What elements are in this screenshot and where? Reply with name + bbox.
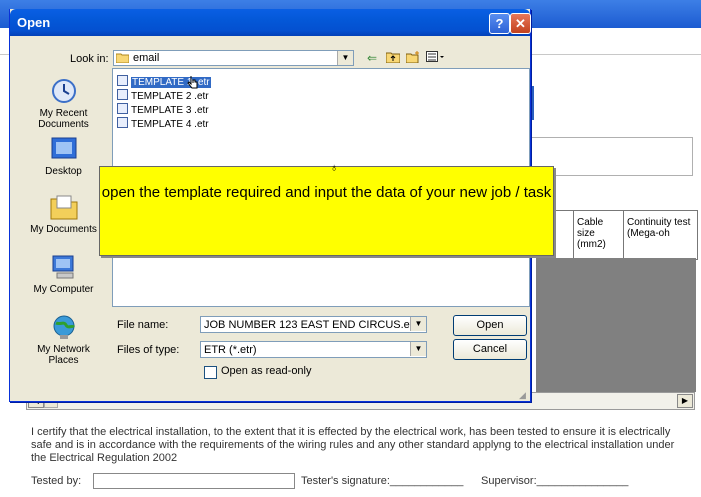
place-my-recent-documents[interactable]: My Recent Documents — [21, 77, 106, 130]
grid-body — [536, 258, 696, 392]
place-label: My Documents — [30, 224, 97, 235]
testers-signature-label: Tester's signature:____________ — [301, 475, 464, 487]
supervisor-label: Supervisor:_______________ — [481, 475, 629, 487]
grid-header: Cable size (mm2) Continuity test (Mega-o… — [536, 210, 698, 260]
files-of-type-label: Files of type: — [117, 344, 180, 356]
chevron-down-icon[interactable]: ▼ — [410, 317, 426, 331]
mouse-pointer-icon — [186, 74, 198, 93]
tested-by-input[interactable] — [93, 473, 295, 489]
place-my-documents[interactable]: My Documents — [21, 193, 106, 235]
back-icon[interactable]: ⇐ — [364, 51, 380, 65]
look-in-value: email — [133, 52, 160, 64]
help-icon[interactable]: ? — [489, 13, 510, 34]
recent-documents-icon — [48, 77, 80, 105]
grid-column-continuity: Continuity test (Mega-oh — [623, 211, 697, 259]
place-desktop[interactable]: Desktop — [21, 135, 106, 177]
pin-icon: ♁ — [330, 162, 339, 174]
tooltip-text: open the template required and input the… — [101, 184, 552, 201]
files-of-type-value: ETR (*.etr) — [204, 344, 257, 356]
up-folder-icon[interactable] — [385, 51, 401, 65]
folder-icon — [115, 52, 130, 66]
etr-file-icon — [117, 103, 128, 114]
instruction-tooltip: ♁ open the template required and input t… — [99, 162, 554, 256]
files-of-type-dropdown[interactable]: ETR (*.etr) ▼ — [200, 341, 427, 358]
dialog-title: Open — [17, 15, 51, 30]
my-computer-icon — [48, 253, 80, 281]
file-name-input[interactable]: JOB NUMBER 123 EAST END CIRCUS.etr ▼ — [200, 316, 427, 333]
network-places-icon — [48, 313, 80, 341]
new-folder-icon[interactable] — [405, 51, 421, 65]
file-item-template-4[interactable]: TEMPLATE 4 .etr — [117, 117, 209, 130]
grid-column-cable-size: Cable size (mm2) — [573, 211, 623, 259]
chevron-down-icon[interactable]: ▼ — [337, 51, 353, 65]
place-label: My Network Places — [37, 344, 90, 366]
file-item-template-3[interactable]: TEMPLATE 3 .etr — [117, 103, 209, 116]
resize-grip-icon[interactable]: ◢ — [519, 390, 529, 400]
place-label: My Recent Documents — [38, 108, 89, 130]
open-readonly-checkbox[interactable] — [204, 366, 217, 379]
tested-by-row: Tested by: Tester's signature:__________… — [31, 473, 696, 491]
dialog-titlebar[interactable]: Open ? ✕ — [10, 9, 531, 36]
desktop-icon — [48, 135, 80, 163]
look-in-label: Look in: — [70, 53, 109, 65]
file-name-value: JOB NUMBER 123 EAST END CIRCUS.etr — [204, 319, 417, 331]
file-name-label: File name: — [117, 319, 169, 331]
place-my-network-places[interactable]: My Network Places — [21, 313, 106, 366]
cancel-button[interactable]: Cancel — [453, 339, 527, 360]
place-label: Desktop — [45, 166, 82, 177]
my-documents-icon — [48, 193, 80, 221]
place-my-computer[interactable]: My Computer — [21, 253, 106, 295]
tested-by-label: Tested by: — [31, 475, 82, 487]
etr-file-icon — [117, 117, 128, 128]
etr-file-icon — [117, 89, 128, 100]
open-readonly-label: Open as read-only — [221, 365, 312, 377]
background-tab-edge — [532, 86, 534, 120]
close-icon[interactable]: ✕ — [510, 13, 531, 34]
scroll-right-arrow-icon[interactable]: ▶ — [677, 394, 693, 408]
place-label: My Computer — [33, 284, 94, 295]
etr-file-icon — [117, 75, 128, 86]
background-text-box[interactable] — [530, 137, 693, 176]
chevron-down-icon[interactable]: ▼ — [410, 342, 426, 356]
open-button[interactable]: Open — [453, 315, 527, 336]
views-menu-icon[interactable] — [425, 51, 447, 65]
certification-text: I certify that the electrical installati… — [31, 426, 675, 464]
look-in-dropdown[interactable]: email ▼ — [113, 50, 354, 66]
